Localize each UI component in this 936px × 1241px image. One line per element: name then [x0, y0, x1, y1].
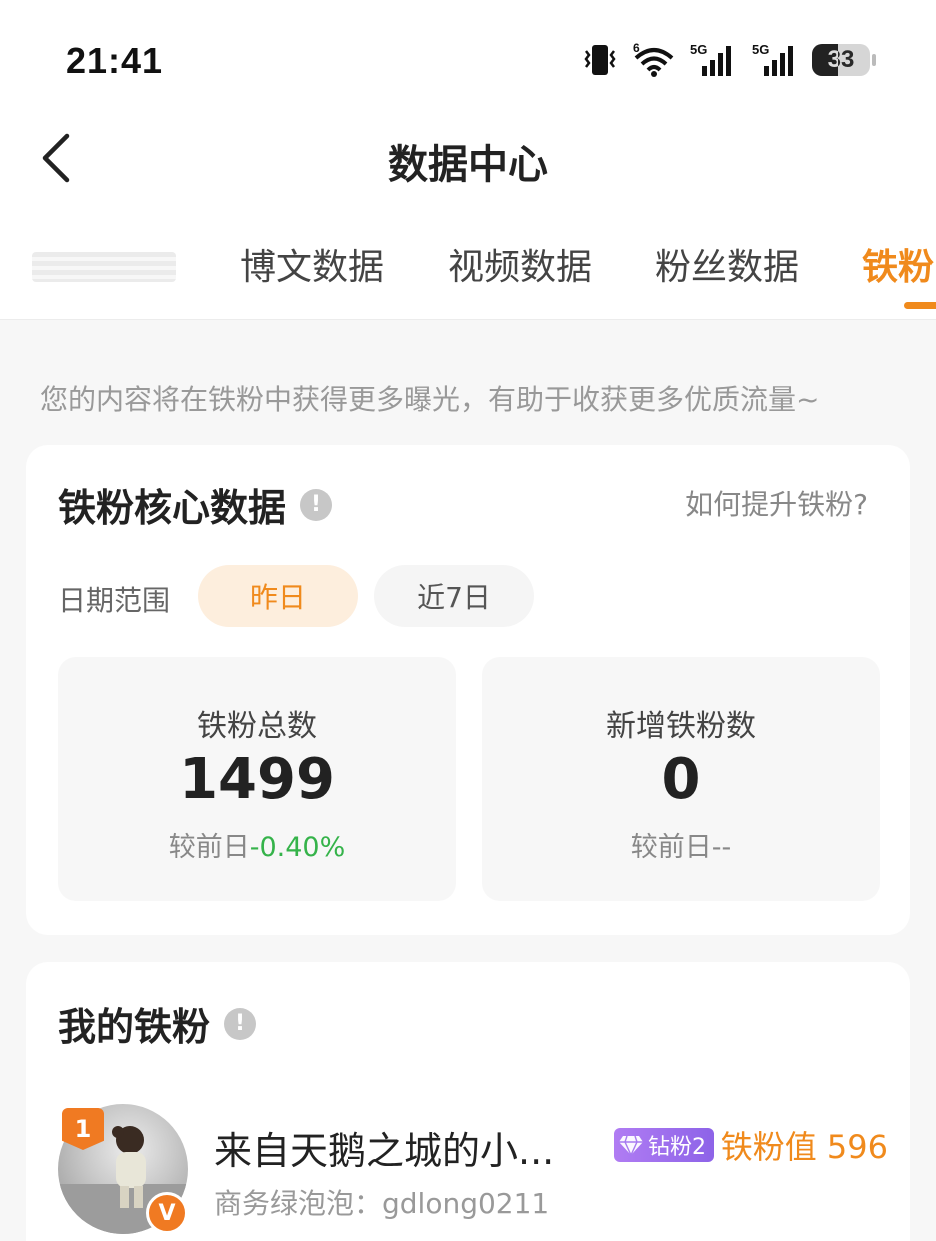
stat-label: 新增铁粉数	[606, 709, 756, 744]
tab-videos[interactable]: 视频数据	[448, 238, 592, 290]
core-data-title: 铁粉核心数据	[58, 486, 287, 530]
compare-prefix: 较前日	[630, 832, 712, 863]
how-to-improve-link[interactable]: 如何提升铁粉?	[685, 483, 868, 523]
compare-prefix: 较前日	[168, 832, 250, 863]
tab-fans[interactable]: 粉丝数据	[655, 238, 799, 290]
info-icon[interactable]: !	[300, 488, 333, 521]
vibrate-icon	[580, 43, 620, 77]
tab-blurred[interactable]	[32, 252, 176, 282]
tab-iron-fans[interactable]: 铁粉	[862, 238, 934, 290]
stat-compare: 较前日--	[482, 825, 880, 864]
core-data-card: 铁粉核心数据 ! 如何提升铁粉? 日期范围 昨日 近7日 铁粉总数 1499 较…	[26, 445, 910, 935]
network-label-1: 5G	[690, 42, 707, 57]
range-yesterday-button[interactable]: 昨日	[198, 565, 358, 627]
signal-icon-2: 5G	[750, 42, 800, 78]
stat-value: 1499	[179, 747, 335, 812]
fan-level-label: 钻粉2	[648, 1135, 706, 1160]
stat-new-fans: 新增铁粉数 0 较前日--	[482, 657, 880, 901]
diamond-icon	[619, 1135, 643, 1156]
active-tab-indicator	[904, 302, 936, 309]
tab-posts[interactable]: 博文数据	[240, 238, 384, 290]
signal-icon-1: 5G	[688, 42, 738, 78]
my-fans-title: 我的铁粉	[58, 1005, 211, 1049]
status-icons: 6 5G 5G 33	[580, 40, 876, 80]
verified-badge-icon: V	[146, 1192, 188, 1234]
status-time: 21:41	[66, 40, 164, 81]
wifi-label: 6	[633, 42, 640, 55]
compare-delta: -0.40%	[249, 832, 346, 863]
stat-value: 0	[661, 747, 701, 812]
tab-bar: 博文数据 视频数据 粉丝数据 铁粉	[0, 238, 936, 298]
hint-text: 您的内容将在铁粉中获得更多曝光，有助于收获更多优质流量~	[40, 383, 820, 416]
page-title: 数据中心	[388, 142, 548, 188]
my-fans-card: 我的铁粉 ! 1 V 来自天鹅之城的小... 商务绿泡泡：gdlong0211 …	[26, 962, 910, 1241]
fan-subtitle: 商务绿泡泡：gdlong0211	[214, 1187, 550, 1220]
compare-delta: --	[711, 832, 732, 863]
my-fans-header: 我的铁粉 !	[58, 996, 257, 1051]
fan-name[interactable]: 来自天鹅之城的小...	[214, 1120, 554, 1175]
fan-list-item[interactable]: 1 V 来自天鹅之城的小... 商务绿泡泡：gdlong0211 钻粉2 铁粉值…	[58, 1104, 888, 1234]
info-icon[interactable]: !	[224, 1007, 257, 1040]
battery-level: 33	[827, 46, 855, 73]
battery-icon: 33	[812, 44, 876, 76]
range-7days-button[interactable]: 近7日	[374, 565, 534, 627]
stat-label: 铁粉总数	[197, 709, 317, 744]
core-data-header: 铁粉核心数据 !	[58, 477, 333, 532]
stat-total-fans: 铁粉总数 1499 较前日-0.40%	[58, 657, 456, 901]
stat-compare: 较前日-0.40%	[58, 825, 456, 864]
wifi-icon: 6	[632, 42, 676, 78]
fan-score: 铁粉值 596	[720, 1128, 888, 1166]
network-label-2: 5G	[752, 42, 769, 57]
fan-level-badge: 钻粉2	[614, 1128, 714, 1162]
date-range-label: 日期范围	[58, 584, 171, 617]
